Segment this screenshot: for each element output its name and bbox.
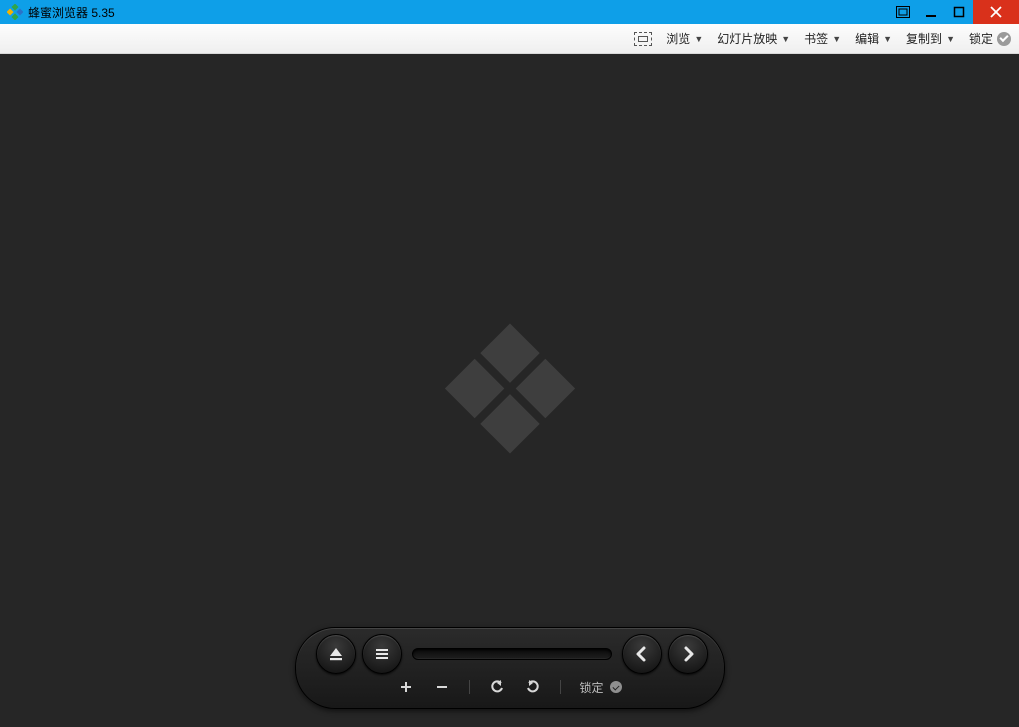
copyto-label: 复制到 — [906, 30, 942, 47]
eject-button[interactable] — [316, 634, 356, 674]
bookmark-menu[interactable]: 书签 ▼ — [804, 30, 841, 47]
rotate-ccw-button[interactable] — [488, 678, 506, 696]
bookmark-label: 书签 — [804, 30, 828, 47]
control-panel-row-secondary: 锁定 — [316, 678, 704, 696]
control-panel-row-main — [316, 634, 704, 674]
maximize-button[interactable] — [945, 0, 973, 24]
prev-button[interactable] — [622, 634, 662, 674]
fit-window-button[interactable] — [634, 32, 652, 46]
browse-menu[interactable]: 浏览 ▼ — [666, 30, 703, 47]
copyto-menu[interactable]: 复制到 ▼ — [906, 30, 955, 47]
close-button[interactable] — [973, 0, 1019, 24]
fullscreen-button[interactable] — [889, 0, 917, 24]
lock-toggle[interactable]: 锁定 — [969, 30, 1011, 47]
separator — [560, 680, 561, 694]
edit-label: 编辑 — [855, 30, 879, 47]
edit-menu[interactable]: 编辑 ▼ — [855, 30, 892, 47]
separator — [469, 680, 470, 694]
next-button[interactable] — [668, 634, 708, 674]
viewer-watermark-icon — [435, 313, 585, 468]
app-title: 蜂蜜浏览器 5.35 — [28, 4, 115, 21]
zoom-in-button[interactable] — [397, 678, 415, 696]
image-viewer[interactable]: 锁定 — [0, 54, 1019, 727]
titlebar: 蜂蜜浏览器 5.35 — [0, 0, 1019, 24]
menu-button[interactable] — [362, 634, 402, 674]
chevron-down-icon: ▼ — [694, 34, 703, 44]
position-slider[interactable] — [412, 648, 612, 660]
rotate-cw-button[interactable] — [524, 678, 542, 696]
zoom-out-button[interactable] — [433, 678, 451, 696]
minimize-button[interactable] — [917, 0, 945, 24]
chevron-down-icon: ▼ — [883, 34, 892, 44]
fit-window-icon — [634, 32, 652, 46]
chevron-down-icon: ▼ — [832, 34, 841, 44]
toolbar: 浏览 ▼ 幻灯片放映 ▼ 书签 ▼ 编辑 ▼ 复制到 ▼ 锁定 — [0, 24, 1019, 54]
panel-lock-toggle[interactable]: 锁定 — [579, 679, 621, 696]
check-circle-icon — [610, 681, 622, 693]
slideshow-label: 幻灯片放映 — [717, 30, 777, 47]
chevron-down-icon: ▼ — [946, 34, 955, 44]
panel-lock-label: 锁定 — [579, 679, 603, 696]
slideshow-menu[interactable]: 幻灯片放映 ▼ — [717, 30, 790, 47]
check-circle-icon — [997, 32, 1011, 46]
chevron-down-icon: ▼ — [781, 34, 790, 44]
control-panel: 锁定 — [295, 627, 725, 709]
lock-label: 锁定 — [969, 30, 993, 47]
browse-label: 浏览 — [666, 30, 690, 47]
app-logo-icon — [6, 3, 24, 21]
